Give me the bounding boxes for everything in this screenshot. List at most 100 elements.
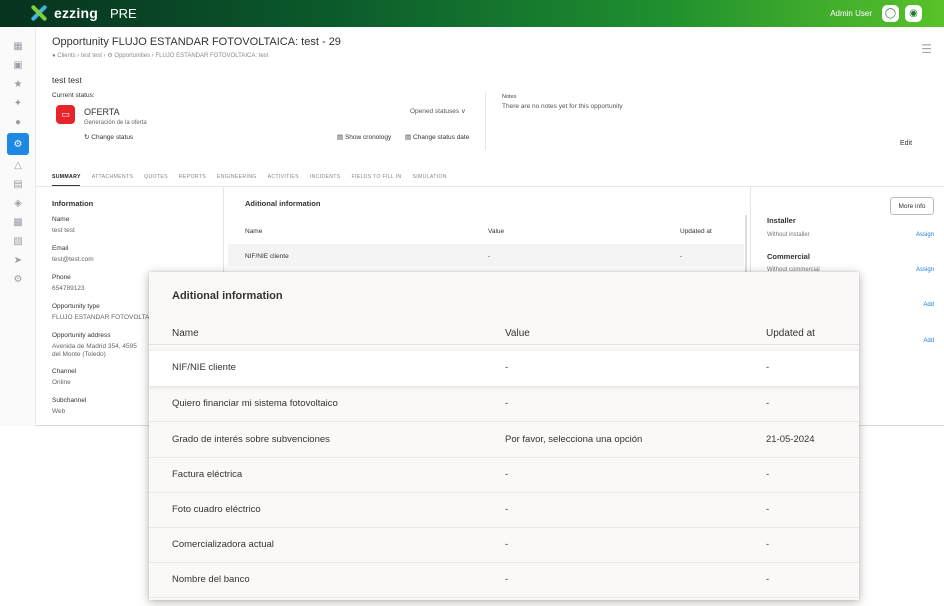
field-value: Web (52, 408, 66, 415)
change-status-date-button[interactable]: ▤ Change status date (405, 133, 469, 141)
opportunities-icon[interactable]: ⚙ (7, 133, 29, 155)
divider (485, 92, 486, 150)
box-icon[interactable]: ◈ (11, 196, 25, 210)
assign-commercial-link[interactable]: Assign (916, 267, 934, 273)
breadcrumb-clients[interactable]: Clients (57, 53, 75, 59)
information-heading: Information (52, 199, 94, 208)
column-header: Value (505, 328, 530, 339)
ezzing-logo-icon (30, 4, 48, 22)
clients-icon[interactable]: ● (11, 115, 25, 129)
settings-icon[interactable]: ⚙ (11, 272, 25, 286)
field-label: Name (52, 216, 70, 223)
tab-reports[interactable]: REPORTS (179, 174, 206, 180)
refresh-icon: ↻ (84, 134, 90, 141)
table-cell: - (505, 362, 509, 373)
column-header: Value (488, 228, 505, 235)
table-cell: - (505, 398, 509, 409)
commercial-heading: Commercial (767, 252, 810, 261)
table-cell: - (766, 398, 770, 409)
table-cell: Por favor, selecciona una opción (505, 434, 643, 445)
tab-activities[interactable]: ACTIVITIES (268, 174, 299, 180)
current-status-label: Current status: (52, 92, 95, 99)
show-cronology-button[interactable]: ▤ Show cronology (337, 133, 391, 141)
notes-text: There are no notes yet for this opportun… (502, 103, 623, 110)
report-icon[interactable]: ▧ (11, 234, 25, 248)
add-link[interactable]: Add (923, 338, 934, 344)
breadcrumb-client[interactable]: test test (81, 53, 102, 59)
field-label: Channel (52, 368, 77, 375)
top-bar: ezzing PRE Admin User ◯ ◉ (0, 0, 944, 27)
table-cell: Foto cuadro eléctrico (172, 504, 261, 515)
table-cell: - (505, 504, 509, 515)
bell-icon[interactable]: ◉ (905, 5, 922, 22)
table-row[interactable]: Grado de interés sobre subvenciones Por … (149, 423, 859, 458)
tab-attachments[interactable]: ATTACHMENTS (92, 174, 133, 180)
table-cell: - (680, 253, 683, 260)
table-row[interactable]: Factura eléctrica - - (149, 458, 859, 493)
field-value: FLUJO ESTANDAR FOTOVOLTA (52, 314, 150, 321)
table-row[interactable]: NIF/NIE cliente - - (149, 351, 859, 386)
status-panel: Current status: ▭ OFERTA Generación de l… (52, 92, 484, 150)
field-value: Avenida de Madrid 354, 4595 (52, 343, 137, 350)
table-cell: - (766, 539, 770, 550)
environment-label: PRE (109, 5, 137, 21)
assign-installer-link[interactable]: Assign (916, 232, 934, 238)
table-row[interactable]: Comercializadora actual - - (149, 528, 859, 563)
tab-incidents[interactable]: INCIDENTS (310, 174, 341, 180)
field-label: Opportunity type (52, 303, 100, 310)
field-value: del Monte (Toledo) (52, 351, 106, 358)
table-cell: - (766, 504, 770, 515)
more-info-button[interactable]: More info (890, 197, 934, 215)
scrollbar[interactable] (745, 215, 747, 275)
handshake-icon[interactable]: ✦ (11, 96, 25, 110)
status-document-icon: ▭ (56, 105, 75, 124)
tab-fields-to-fill-in[interactable]: FIELDS TO FILL IN (352, 174, 402, 180)
table-cell: - (488, 253, 491, 260)
table-cell: - (766, 362, 770, 373)
tab-summary[interactable]: SUMMARY (52, 174, 81, 180)
field-value: Online (52, 379, 71, 386)
breadcrumb: ● Clients › test test › ⚙ Opportunities … (52, 53, 269, 59)
user-name[interactable]: Admin User (830, 9, 872, 18)
rocket-icon[interactable]: ➤ (11, 253, 25, 267)
aditional-heading: Aditional information (245, 199, 321, 208)
folder-icon[interactable]: ▣ (11, 58, 25, 72)
table-cell: 21-05-2024 (766, 434, 815, 445)
brand-logo[interactable]: ezzing PRE (30, 4, 137, 22)
tab-bar: SUMMARY ATTACHMENTS QUOTES REPORTS ENGIN… (52, 174, 447, 180)
table-cell: - (505, 574, 509, 585)
menu-icon[interactable]: ☰ (921, 42, 932, 56)
status-description: Generación de la oferta (84, 120, 147, 126)
add-link[interactable]: Add (923, 302, 934, 308)
warning-icon[interactable]: △ (11, 158, 25, 172)
contacts-icon[interactable]: ★ (11, 77, 25, 91)
column-header: Updated at (680, 228, 712, 235)
table-row[interactable]: Nombre del banco - - (149, 563, 859, 598)
table-row[interactable]: Foto cuadro eléctrico - - (149, 493, 859, 528)
table-row[interactable] (228, 244, 744, 266)
notes-label: Notes (502, 94, 517, 100)
column-header: Updated at (766, 328, 815, 339)
document-icon[interactable]: ▩ (11, 215, 25, 229)
field-value[interactable]: 654789123 (52, 285, 85, 292)
opened-statuses-dropdown[interactable]: Opened statuses ∨ (410, 107, 466, 115)
table-row[interactable]: Quiero financiar mi sistema fotovoltaico… (149, 387, 859, 422)
table-cell: - (766, 469, 770, 480)
field-label: Phone (52, 274, 71, 281)
breadcrumb-opportunities[interactable]: Opportunities (114, 53, 150, 59)
tab-simulation[interactable]: SIMULATION (412, 174, 446, 180)
edit-button[interactable]: Edit (900, 140, 912, 147)
dashboard-icon[interactable]: ▦ (11, 39, 25, 53)
table-cell: - (505, 539, 509, 550)
column-header: Name (172, 328, 199, 339)
calendar-icon[interactable]: ▤ (11, 177, 25, 191)
table-cell: NIF/NIE cliente (245, 253, 289, 260)
chevron-down-icon: ∨ (460, 108, 466, 115)
tab-quotes[interactable]: QUOTES (144, 174, 168, 180)
field-value[interactable]: test@test.com (52, 256, 94, 263)
tab-engineering[interactable]: ENGINEERING (217, 174, 257, 180)
opportunities-icon: ⚙ (107, 53, 113, 59)
table-cell: - (505, 469, 509, 480)
change-status-button[interactable]: ↻ Change status (84, 133, 133, 141)
user-icon[interactable]: ◯ (882, 5, 899, 22)
